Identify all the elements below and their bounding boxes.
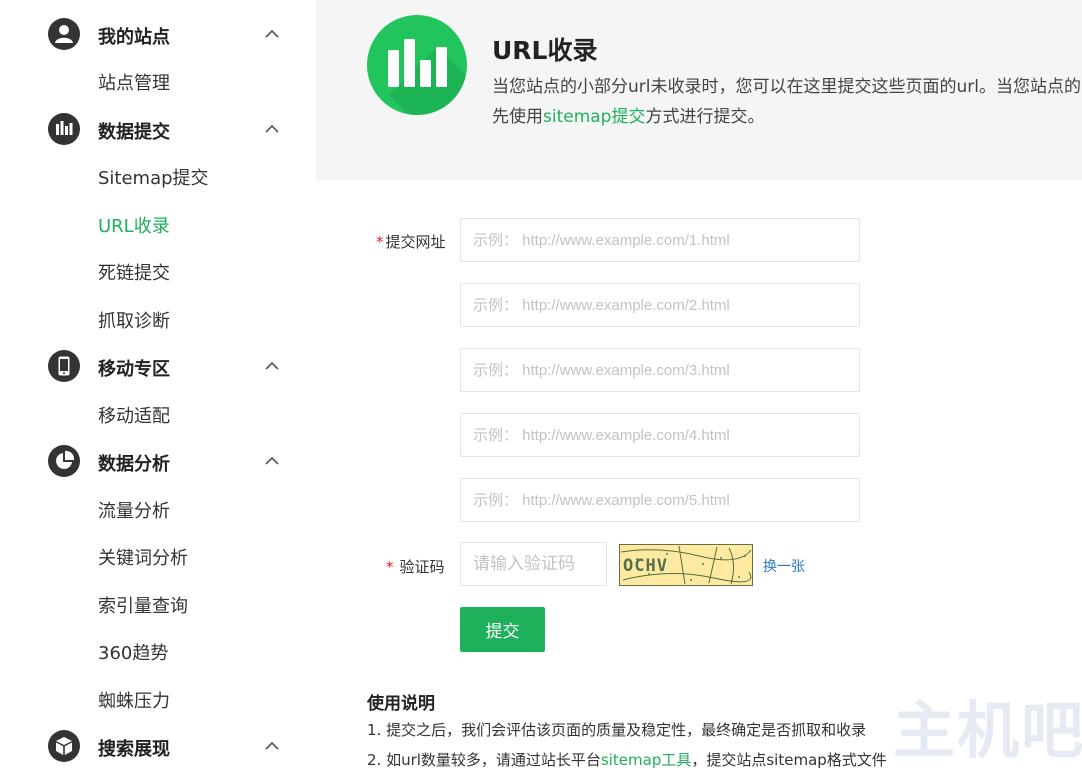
description-line: 当您站点的小部分url未收录时，您可以在这里提交这些页面的url。当您站点的 [492,77,1081,97]
cube-icon [48,730,80,762]
sidebar-group-title: 数据分析 [98,454,170,475]
sidebar-group-data-submit[interactable]: 数据提交 [0,107,316,151]
sidebar-item-deadlink-submit[interactable]: 死链提交 [98,259,170,285]
sidebar: 我的站点 站点管理 数据提交 Sitemap提交 URL收录 死链提交 抓取诊断 [0,0,316,765]
sitemap-submit-link[interactable]: sitemap提交 [543,107,645,127]
captcha-field-label: * 验证码 [386,556,445,577]
mobile-phone-icon [48,350,80,382]
usage-text: 2. 如url数量较多，请通过站长平台 [367,751,601,769]
sidebar-item-url-submit[interactable]: URL收录 [98,212,170,238]
chevron-up-icon[interactable] [265,359,279,373]
sidebar-item-traffic-analysis[interactable]: 流量分析 [98,497,170,523]
usage-item: 1. 提交之后，我们会评估该页面的质量及稳定性，最终确定是否抓取和收录 [367,721,867,739]
sidebar-group-title: 数据提交 [98,122,170,143]
captcha-image[interactable]: OCHV [619,544,753,586]
sidebar-item-mobile-adaptation[interactable]: 移动适配 [98,402,170,428]
page-description: 当您站点的小部分url未收录时，您可以在这里提交这些页面的url。当您站点的 先… [492,72,1082,132]
usage-text: ，提交站点sitemap格式文件 [691,751,887,769]
description-text: 先使用 [492,107,543,127]
chevron-up-icon[interactable] [265,739,279,753]
sitemap-tool-link[interactable]: sitemap工具 [601,751,691,769]
usage-item: 2. 如url数量较多，请通过站长平台sitemap工具，提交站点sitemap… [367,749,887,770]
pie-chart-icon [48,445,80,477]
refresh-captcha-link[interactable]: 换一张 [763,556,805,576]
sidebar-group-mobile[interactable]: 移动专区 [0,344,316,388]
captcha-input[interactable] [460,542,607,586]
sidebar-group-title: 我的站点 [98,27,170,48]
sidebar-item-sitemap-submit[interactable]: Sitemap提交 [98,164,209,190]
chevron-up-icon[interactable] [265,122,279,136]
description-text: 方式进行提交。 [645,107,765,127]
url-input-5[interactable] [460,478,860,522]
required-mark: * [386,558,394,576]
chevron-up-icon[interactable] [265,454,279,468]
page-header: URL收录 当您站点的小部分url未收录时，您可以在这里提交这些页面的url。当… [316,0,1082,180]
sidebar-item-index-query[interactable]: 索引量查询 [98,592,188,618]
sidebar-group-data-analysis[interactable]: 数据分析 [0,439,316,483]
sidebar-item-spider-pressure[interactable]: 蜘蛛压力 [98,687,170,713]
page-title: URL收录 [492,36,598,65]
bar-chart-icon [48,113,80,145]
bar-chart-logo-icon [367,15,467,115]
url-input-2[interactable] [460,283,860,327]
url-field-label: * 提交网址 [376,231,446,252]
usage-title: 使用说明 [367,694,435,714]
sidebar-group-title: 移动专区 [98,359,170,380]
sidebar-group-my-sites[interactable]: 我的站点 [0,12,316,56]
required-mark: * [376,233,384,251]
sidebar-group-title: 搜索展现 [98,739,170,760]
url-input-4[interactable] [460,413,860,457]
user-icon [48,18,80,50]
sidebar-item-crawl-diagnosis[interactable]: 抓取诊断 [98,307,170,333]
url-label-text: 提交网址 [385,233,446,251]
url-input-3[interactable] [460,348,860,392]
url-input-1[interactable] [460,218,860,262]
sidebar-item-site-management[interactable]: 站点管理 [98,69,170,95]
captcha-text: OCHV [623,556,668,576]
submit-button[interactable]: 提交 [460,607,545,652]
captcha-label-text: 验证码 [399,558,445,576]
watermark: 主机吧 [893,694,1082,767]
description-line: 先使用sitemap提交方式进行提交。 [492,102,1082,132]
sidebar-group-search-display[interactable]: 搜索展现 [0,724,316,768]
chevron-up-icon[interactable] [265,27,279,41]
sidebar-item-keyword-analysis[interactable]: 关键词分析 [98,544,188,570]
sidebar-item-360-trend[interactable]: 360趋势 [98,639,168,665]
